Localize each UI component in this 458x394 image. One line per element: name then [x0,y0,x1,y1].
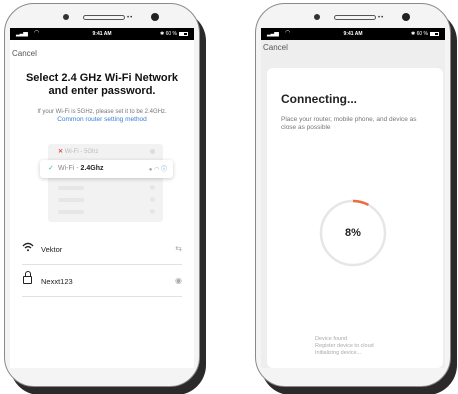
network-5g-name: 5Ghz [84,149,99,155]
progress-percent: 8% [345,227,361,239]
front-camera [314,14,320,20]
placeholder-bar [58,186,84,190]
wifi-setup-screen: ▂▃▅ ◠ 9:41 AM ✱ 60 % Cancel Select 2.4 G… [10,28,194,368]
status-bar: ▂▃▅ ◠ 9:41 AM ✱ 60 % [261,28,445,40]
connecting-panel: Connecting... Place your router, mobile … [267,68,443,368]
battery-icon [430,31,439,36]
phone-right: •• ▂▃▅ ◠ 9:41 AM ✱ 60 % Cancel Connectin… [255,3,451,387]
placeholder-dot [150,185,155,190]
status-bar: ▂▃▅ ◠ 9:41 AM ✱ 60 % [10,28,194,40]
cancel-button[interactable]: Cancel [261,40,445,52]
network-5g-row: ✕ Wi-Fi - 5Ghz [58,148,98,155]
network-24g-label: Wi-Fi - 2.4Ghz [58,165,104,172]
wifi-icon [22,242,34,255]
page-title-line2: and enter password. [48,85,156,97]
connecting-screen: ▂▃▅ ◠ 9:41 AM ✱ 60 % Cancel Connecting..… [261,28,445,368]
page-title-line1: Select 2.4 GHz Wi-Fi Network [25,72,179,84]
step-register-cloud: Register device to cloud [315,343,374,349]
placeholder-dot [150,197,155,202]
network-24g-name: 2.4Ghz [80,165,104,172]
connecting-title: Connecting... [281,92,357,106]
placeholder-dot [150,149,155,154]
placeholder-dot [150,209,155,214]
battery-indicator: ✱ 60 % [411,31,439,37]
proximity-sensor [151,13,159,21]
router-setting-link[interactable]: Common router setting method [10,116,194,124]
eye-icon[interactable]: ◉ [175,276,182,285]
battery-level: 60 % [416,31,428,37]
switch-network-icon[interactable]: ⇆ [175,244,182,253]
ssid-value[interactable]: Vektor [41,245,62,254]
battery-indicator: ✱ 60 % [160,31,188,37]
sensor-dots: •• [378,15,385,21]
speaker-grille [334,15,376,20]
front-camera [63,14,69,20]
sensor-dots: •• [127,15,134,21]
phone-left: •• ▂▃▅ ◠ 9:41 AM ✱ 60 % Cancel Select 2.… [4,3,200,387]
battery-icon [179,31,188,36]
step-device-found: Device found [315,336,348,342]
network-24g-icons: ● ◠ ⓘ [149,164,167,173]
speaker-grille [83,15,125,20]
lock-icon [23,271,32,284]
password-value[interactable]: Nexxt123 [41,277,73,286]
step-initializing: Initializing device... [315,350,362,356]
page-title: Select 2.4 GHz Wi-Fi Network and enter p… [10,72,194,98]
network-24g-row: ✓ Wi-Fi - 2.4Ghz ● ◠ ⓘ [40,160,173,178]
close-icon: ✕ [58,149,64,155]
info-icon: ⓘ [160,167,167,173]
connection-steps: Device found Register device to cloud In… [315,336,374,357]
placeholder-bar [58,198,84,202]
frequency-hint: If your Wi-Fi is 5GHz, please set it to … [37,109,167,115]
placeholder-bar [58,210,84,214]
network-24g-prefix: Wi-Fi - [58,165,81,172]
battery-level: 60 % [165,31,177,37]
connecting-description: Place your router, mobile phone, and dev… [281,116,417,131]
network-5g-prefix: Wi-Fi - [64,149,85,155]
proximity-sensor [402,13,410,21]
ssid-field[interactable]: Vektor ⇆ [22,233,182,265]
lock-small-icon: ● [148,167,153,173]
wifi-small-icon: ◠ [154,167,160,173]
check-icon: ✓ [48,165,54,172]
cancel-button[interactable]: Cancel [10,40,194,62]
password-field[interactable]: Nexxt123 ◉ [22,265,182,297]
network-illustration: ✕ Wi-Fi - 5Ghz ✓ Wi-Fi - 2.4Ghz ● ◠ ⓘ [10,144,194,224]
